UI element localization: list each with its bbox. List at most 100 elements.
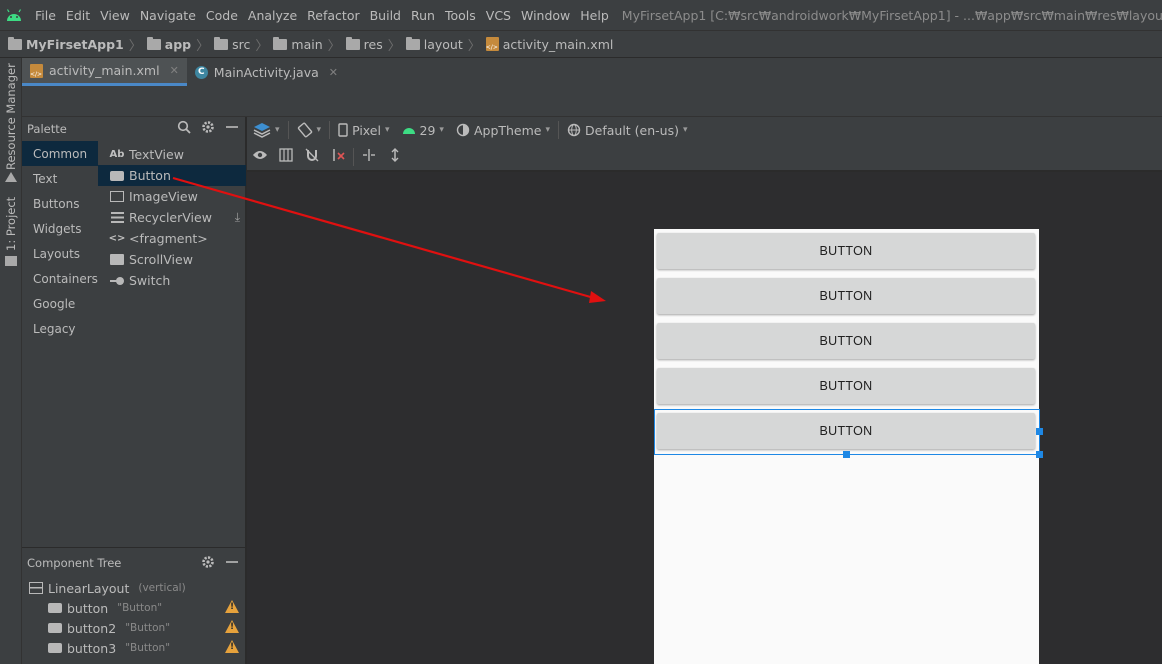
project-tab[interactable]: 1: Project [4, 197, 18, 251]
resize-handle-right[interactable] [1036, 428, 1043, 435]
download-icon[interactable]: ⤓ [235, 210, 240, 225]
palette-item-button[interactable]: Button [98, 165, 246, 186]
theme-label: AppTheme [473, 122, 542, 138]
breadcrumb-main[interactable]: main [273, 36, 323, 52]
window-title: MyFirsetApp1 [C:₩src₩androidwork₩MyFirse… [621, 7, 1162, 23]
menu-file[interactable]: File [30, 8, 61, 23]
category-layouts[interactable]: Layouts [22, 241, 98, 266]
preview-button-1[interactable]: BUTTON [657, 233, 1035, 269]
folder-icon [273, 36, 288, 50]
category-buttons[interactable]: Buttons [22, 191, 98, 216]
palette-item-switch[interactable]: Switch [98, 270, 246, 291]
palette-categories: Common Text Buttons Widgets Layouts Cont… [22, 141, 98, 341]
menu-code[interactable]: Code [201, 8, 243, 23]
view-options-eye-icon[interactable] [247, 149, 273, 165]
android-studio-logo-icon [5, 8, 23, 22]
linear-layout-icon [29, 582, 43, 594]
category-containers[interactable]: Containers [22, 266, 98, 291]
menu-tools[interactable]: Tools [440, 8, 481, 23]
orientation-button[interactable]: ▾ [291, 122, 328, 138]
category-common[interactable]: Common [22, 141, 98, 166]
tree-row-button2[interactable]: button2 "Button" [22, 618, 245, 638]
tab-label: activity_main.xml [49, 63, 160, 78]
breadcrumb-file[interactable]: activity_main.xml [485, 37, 613, 52]
column-layout-icon[interactable] [273, 147, 299, 166]
folder-icon [146, 36, 161, 50]
theme-icon [456, 123, 470, 137]
breadcrumb-separator-icon: 〉 [467, 38, 481, 54]
design-blueprint-toggle[interactable]: ▾ [247, 122, 286, 138]
magnet-off-icon[interactable] [299, 148, 325, 166]
imageview-icon [110, 190, 124, 204]
api-level-selector[interactable]: 29 ▾ [396, 123, 450, 138]
tree-row-linearlayout[interactable]: LinearLayout (vertical) [22, 578, 245, 598]
palette-item-imageview[interactable]: ImageView [98, 186, 246, 207]
menu-refactor[interactable]: Refactor [302, 8, 364, 23]
minimize-icon[interactable] [225, 120, 239, 134]
category-text[interactable]: Text [22, 166, 98, 191]
pack-horizontal-icon[interactable] [356, 148, 382, 166]
close-icon[interactable]: ✕ [329, 66, 338, 79]
breadcrumb-res[interactable]: res [345, 36, 383, 52]
tab-main-activity[interactable]: C MainActivity.java ✕ [187, 58, 346, 86]
breadcrumb-project[interactable]: MyFirsetApp1 [8, 36, 124, 52]
category-legacy[interactable]: Legacy [22, 316, 98, 341]
menu-run[interactable]: Run [406, 8, 440, 23]
warning-icon[interactable] [225, 620, 239, 633]
menu-navigate[interactable]: Navigate [135, 8, 201, 23]
locale-selector[interactable]: Default (en-us) ▾ [561, 123, 694, 138]
tree-row-button3[interactable]: button3 "Button" [22, 638, 245, 658]
editor-tabs: activity_main.xml ✕ C MainActivity.java … [22, 58, 1162, 86]
menu-bar: File Edit View Navigate Code Analyze Ref… [0, 0, 1162, 30]
palette-item-label: RecyclerView [129, 210, 212, 225]
menu-build[interactable]: Build [365, 8, 406, 23]
category-google[interactable]: Google [22, 291, 98, 316]
folder-icon [8, 36, 22, 50]
palette-item-textview[interactable]: Ab TextView [98, 144, 246, 165]
menu-help[interactable]: Help [575, 8, 614, 23]
breadcrumb-src[interactable]: src [214, 36, 250, 52]
toolbar-divider [353, 147, 354, 166]
menu-window[interactable]: Window [516, 8, 575, 23]
tab-activity-main[interactable]: activity_main.xml ✕ [22, 58, 187, 86]
theme-selector[interactable]: AppTheme ▾ [450, 123, 556, 138]
resize-handle-corner[interactable] [1036, 451, 1043, 458]
breadcrumb-app[interactable]: app [146, 36, 191, 52]
gear-icon[interactable] [201, 555, 215, 569]
breadcrumb-separator-icon: 〉 [255, 38, 269, 54]
menu-analyze[interactable]: Analyze [243, 8, 302, 23]
close-icon[interactable]: ✕ [170, 64, 179, 77]
component-tree-title: Component Tree [27, 556, 122, 570]
search-icon[interactable] [177, 120, 191, 134]
chevron-down-icon: ▾ [683, 125, 688, 135]
palette-item-recyclerview[interactable]: RecyclerView ⤓ [98, 207, 246, 228]
menu-view[interactable]: View [95, 8, 135, 23]
minimize-icon[interactable] [225, 555, 239, 569]
preview-button-3[interactable]: BUTTON [657, 323, 1035, 359]
palette-item-label: TextView [129, 147, 184, 162]
menu-vcs[interactable]: VCS [481, 8, 516, 23]
breadcrumb-separator-icon: 〉 [387, 38, 401, 54]
breadcrumb-layout[interactable]: layout [405, 36, 463, 52]
resize-handle-bottom[interactable] [843, 451, 850, 458]
palette-panel: Palette Common Text Buttons Widgets Layo… [22, 117, 246, 547]
category-widgets[interactable]: Widgets [22, 216, 98, 241]
textview-icon: Ab [109, 149, 125, 160]
pack-vertical-icon[interactable] [382, 147, 408, 166]
palette-item-scrollview[interactable]: ScrollView [98, 249, 246, 270]
gear-icon[interactable] [201, 120, 215, 134]
button-icon [110, 169, 124, 183]
tree-row-hint: "Button" [117, 602, 163, 614]
preview-button-2[interactable]: BUTTON [657, 278, 1035, 314]
clear-constraints-icon[interactable] [325, 148, 351, 166]
preview-button-4[interactable]: BUTTON [657, 368, 1035, 404]
phone-icon [338, 123, 348, 137]
tree-row-button[interactable]: button "Button" [22, 598, 245, 618]
resource-manager-tab[interactable]: Resource Manager [4, 63, 18, 170]
warning-icon[interactable] [225, 640, 239, 653]
menu-edit[interactable]: Edit [61, 8, 95, 23]
palette-item-fragment[interactable]: <> <fragment> [98, 228, 246, 249]
warning-icon[interactable] [225, 600, 239, 613]
device-selector[interactable]: Pixel ▾ [332, 123, 395, 138]
code-icon: <> [108, 233, 126, 244]
